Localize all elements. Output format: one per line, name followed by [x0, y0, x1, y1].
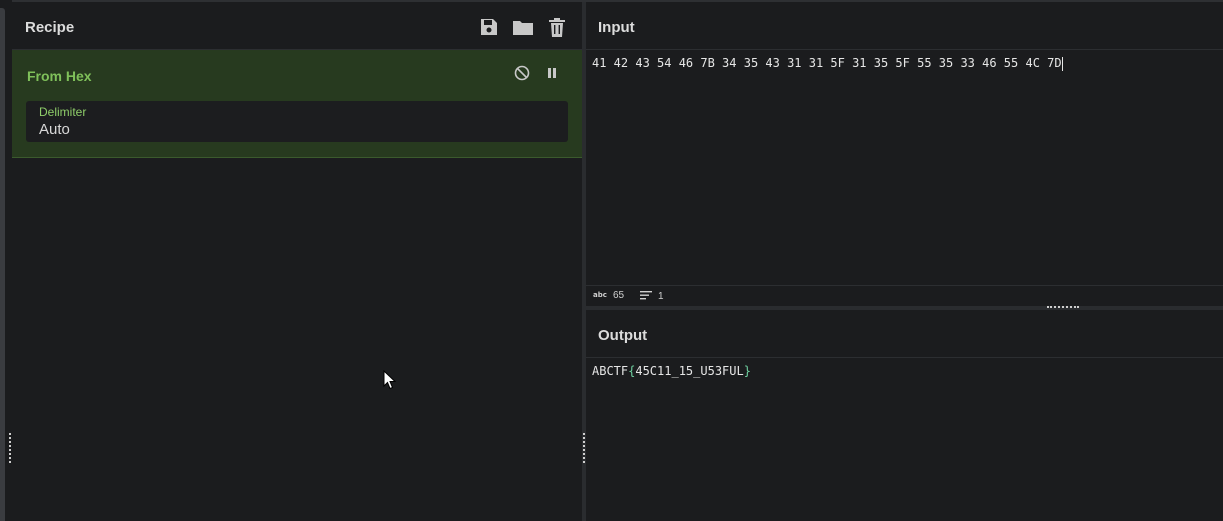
left-resize-grip[interactable] — [9, 433, 13, 463]
pause-icon[interactable] — [544, 65, 560, 81]
recipe-header: Recipe — [12, 2, 582, 50]
recipe-pane: Recipe From Hex Delimiter Auto — [12, 2, 582, 521]
lines-icon — [640, 290, 652, 303]
output-pane: Output ABCTF{45C11_15_U53FUL} — [586, 310, 1223, 521]
input-pane: Input 41 42 43 54 46 7B 34 35 43 31 31 5… — [586, 2, 1223, 306]
output-textarea[interactable]: ABCTF{45C11_15_U53FUL} — [592, 364, 751, 378]
svg-text:abc: abc — [593, 291, 607, 298]
mouse-pointer-icon — [383, 369, 397, 395]
trash-icon[interactable] — [546, 16, 568, 38]
output-header: Output — [586, 310, 1223, 358]
input-header: Input — [586, 2, 1223, 50]
input-statusbar: abc 65 1 — [586, 285, 1223, 307]
output-brace-close: } — [743, 364, 751, 378]
length-value: 65 — [613, 290, 625, 301]
input-text: 41 42 43 54 46 7B 34 35 43 31 31 5F 31 3… — [592, 56, 1062, 70]
input-textarea[interactable]: 41 42 43 54 46 7B 34 35 43 31 31 5F 31 3… — [592, 56, 1063, 71]
output-text-prefix: ABCTF — [592, 364, 629, 378]
length-stat: abc 65 — [593, 290, 624, 301]
abc-icon: abc — [593, 290, 607, 301]
output-title: Output — [598, 327, 648, 344]
operation-from-hex[interactable]: From Hex Delimiter Auto — [12, 50, 582, 158]
text-caret — [1061, 56, 1063, 71]
left-scrollbar[interactable] — [0, 8, 5, 521]
delimiter-label: Delimiter — [39, 105, 87, 119]
recipe-title: Recipe — [25, 19, 75, 36]
delimiter-value[interactable]: Auto — [39, 121, 70, 138]
folder-icon[interactable] — [512, 16, 534, 38]
input-title: Input — [598, 19, 635, 36]
disable-icon[interactable] — [514, 65, 530, 81]
operation-name: From Hex — [27, 68, 92, 84]
delimiter-field[interactable]: Delimiter Auto — [26, 101, 568, 142]
output-text-middle: 45C11_15_U53FUL — [635, 364, 744, 378]
lines-stat: 1 — [640, 290, 664, 303]
lines-value: 1 — [658, 291, 664, 302]
save-icon[interactable] — [478, 16, 500, 38]
